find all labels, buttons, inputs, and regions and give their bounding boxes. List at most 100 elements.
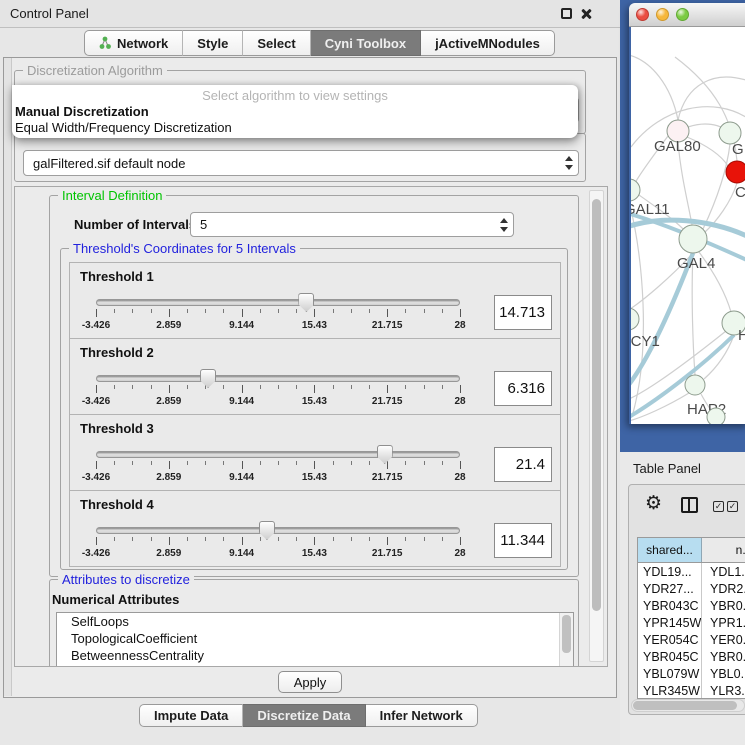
cell-shared-name[interactable]: YER054C: [638, 631, 702, 648]
tick-mark: [242, 385, 243, 393]
tab-network[interactable]: Network: [84, 30, 183, 56]
tab-infer-network[interactable]: Infer Network: [366, 704, 478, 727]
network-canvas[interactable]: GAL80G...C...GAL11GAL4GCY1H...HAP2: [631, 27, 745, 424]
tick-mark: [223, 385, 224, 389]
tick-mark: [169, 309, 170, 317]
slider-track[interactable]: [96, 527, 460, 534]
popup-option-manual-discretization[interactable]: Manual Discretization: [12, 104, 578, 120]
tick-mark: [369, 309, 370, 313]
scrollbar-thumb[interactable]: [562, 615, 571, 653]
column-header-name[interactable]: n...: [702, 538, 745, 562]
tick-mark: [187, 461, 188, 465]
slider-track[interactable]: [96, 451, 460, 458]
tick-mark: [169, 385, 170, 393]
table-row[interactable]: YDR27...YDR2...: [638, 580, 745, 597]
tick-mark: [151, 461, 152, 465]
cell-name[interactable]: YDL1...: [702, 563, 745, 580]
network-node[interactable]: [685, 375, 705, 395]
cell-name[interactable]: YBL0...: [702, 665, 745, 682]
tab-label: Cyni Toolbox: [325, 36, 406, 51]
tab-cyni-toolbox[interactable]: Cyni Toolbox: [311, 30, 421, 56]
table-row[interactable]: YBR043CYBR0...: [638, 597, 745, 614]
tab-discretize-data[interactable]: Discretize Data: [243, 704, 365, 727]
tab-impute-data[interactable]: Impute Data: [139, 704, 243, 727]
cell-name[interactable]: YDR2...: [702, 580, 745, 597]
checkbox-icon[interactable]: ✓: [727, 501, 738, 512]
tick-label: -3.426: [82, 472, 110, 483]
threshold-slider[interactable]: -3.4262.8599.14415.4321.71528: [94, 291, 462, 337]
cell-shared-name[interactable]: YLR345W: [638, 682, 702, 699]
tick-mark: [169, 537, 170, 545]
cell-name[interactable]: YPR1...: [702, 614, 745, 631]
numerical-attributes-list[interactable]: SelfLoopsTopologicalCoefficientBetweenne…: [56, 612, 574, 667]
number-of-intervals-combobox[interactable]: 5: [190, 212, 514, 237]
scrollbar-thumb[interactable]: [633, 701, 737, 710]
table-row[interactable]: YPR145WYPR1...: [638, 614, 745, 631]
network-node[interactable]: [631, 179, 640, 201]
threshold-value-field[interactable]: [494, 371, 552, 406]
tick-label: 28: [454, 548, 465, 559]
threshold-slider[interactable]: -3.4262.8599.14415.4321.71528: [94, 367, 462, 413]
checkbox-icon[interactable]: ✓: [713, 501, 724, 512]
cell-shared-name[interactable]: YBR043C: [638, 597, 702, 614]
table-row[interactable]: YER054CYER0...: [638, 631, 745, 648]
attribute-item[interactable]: BetweennessCentrality: [57, 647, 573, 664]
tick-mark: [351, 309, 352, 313]
attributes-scrollbar[interactable]: [559, 613, 573, 667]
tick-mark: [333, 537, 334, 541]
network-window-titlebar[interactable]: [629, 3, 745, 27]
threshold-slider[interactable]: -3.4262.8599.14415.4321.71528: [94, 443, 462, 489]
gear-icon[interactable]: ⚙: [645, 493, 662, 515]
apply-button[interactable]: Apply: [278, 671, 342, 693]
tick-mark: [460, 385, 461, 393]
close-traffic-light[interactable]: [636, 8, 649, 21]
cell-shared-name[interactable]: YBR045C: [638, 648, 702, 665]
cell-shared-name[interactable]: YDR27...: [638, 580, 702, 597]
float-window-icon[interactable]: [561, 8, 572, 19]
close-icon[interactable]: [580, 8, 592, 20]
threshold-block: Threshold 4-3.4262.8599.14415.4321.71528: [69, 490, 561, 567]
column-header-shared[interactable]: shared...: [638, 538, 702, 562]
threshold-value-field[interactable]: [494, 295, 552, 330]
cell-name[interactable]: YBR0...: [702, 648, 745, 665]
network-node[interactable]: [679, 225, 707, 253]
threshold-slider[interactable]: -3.4262.8599.14415.4321.71528: [94, 519, 462, 565]
cell-shared-name[interactable]: YBL079W: [638, 665, 702, 682]
slider-track[interactable]: [96, 299, 460, 306]
table-row[interactable]: YBL079WYBL0...: [638, 665, 745, 682]
tick-mark: [314, 461, 315, 469]
slider-track[interactable]: [96, 375, 460, 382]
table-horizontal-scrollbar[interactable]: [631, 699, 745, 712]
tick-label: 21.715: [372, 396, 403, 407]
network-node[interactable]: [707, 408, 725, 424]
minimize-traffic-light[interactable]: [656, 8, 669, 21]
group-label: Discretization Algorithm: [23, 63, 167, 78]
attribute-item[interactable]: TopologicalCoefficient: [57, 630, 573, 647]
tab-style[interactable]: Style: [183, 30, 243, 56]
attribute-item[interactable]: SelfLoops: [57, 613, 573, 630]
cell-name[interactable]: YLR3...: [702, 682, 745, 699]
cell-name[interactable]: YBR0...: [702, 597, 745, 614]
cell-name[interactable]: YER0...: [702, 631, 745, 648]
scrollbar-thumb[interactable]: [592, 199, 601, 611]
table-row[interactable]: YDL19...YDL1...: [638, 563, 745, 580]
cell-shared-name[interactable]: YPR145W: [638, 614, 702, 631]
network-node[interactable]: [631, 308, 639, 330]
threshold-value-field[interactable]: [494, 523, 552, 558]
popup-option-equal-width[interactable]: Equal Width/Frequency Discretization: [12, 120, 578, 136]
panel-vertical-scrollbar[interactable]: [589, 190, 604, 662]
tab-label: jActiveMNodules: [435, 36, 540, 51]
tab-jactivemnodules[interactable]: jActiveMNodules: [421, 30, 555, 56]
threshold-label: Threshold 3: [80, 421, 154, 436]
table-data-combobox[interactable]: galFiltered.sif default node: [23, 150, 579, 176]
table-row[interactable]: YLR345WYLR3...: [638, 682, 745, 699]
zoom-traffic-light[interactable]: [676, 8, 689, 21]
table-row[interactable]: YBR045CYBR0...: [638, 648, 745, 665]
left-scroll-strip[interactable]: [4, 58, 12, 696]
network-node-label: G...: [732, 141, 745, 158]
threshold-value-field[interactable]: [494, 447, 552, 482]
network-node[interactable]: [726, 161, 745, 183]
tab-select[interactable]: Select: [243, 30, 310, 56]
cell-shared-name[interactable]: YDL19...: [638, 563, 702, 580]
columns-icon[interactable]: [681, 497, 698, 513]
